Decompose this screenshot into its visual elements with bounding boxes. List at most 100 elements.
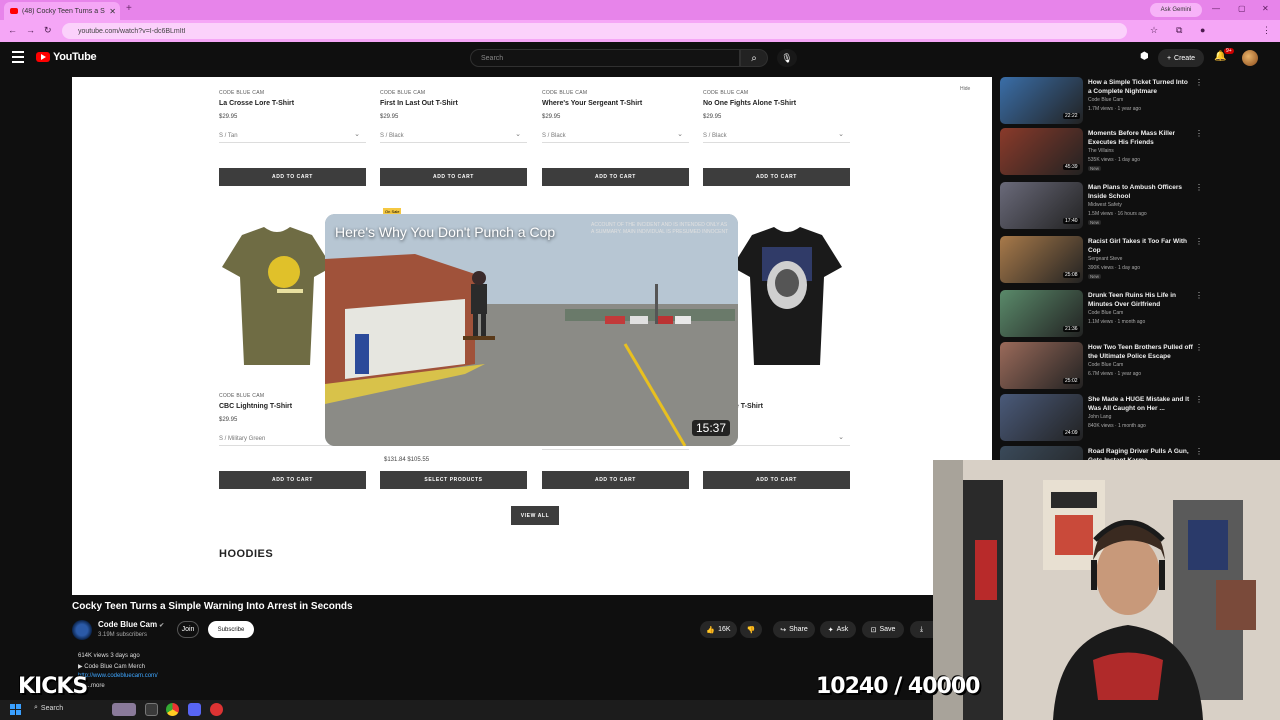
select-products-button[interactable]: SELECT PRODUCTS (380, 471, 527, 489)
video-title[interactable]: Moments Before Mass Killer Executes His … (1088, 129, 1193, 147)
more-options-icon[interactable]: ⋮ (1195, 447, 1200, 456)
channel-name[interactable]: Code Blue Cam (1088, 362, 1123, 368)
browser-menu-icon[interactable]: ⋮ (1262, 25, 1271, 36)
ask-button[interactable]: ✦ Ask (820, 621, 856, 638)
video-thumbnail[interactable] (1000, 446, 1083, 460)
video-title[interactable]: Road Raging Driver Pulls A Gun, Gets Ins… (1088, 447, 1193, 460)
recommended-video[interactable]: 45:39 Moments Before Mass Killer Executes… (1000, 128, 1203, 180)
product-name[interactable]: No One Fights Alone T-Shirt (703, 100, 850, 107)
recommended-video[interactable]: 21:36 Drunk Teen Ruins His Life in Minute… (1000, 290, 1203, 342)
product-name[interactable]: First In Last Out T-Shirt (380, 100, 527, 107)
recommended-video[interactable]: Road Raging Driver Pulls A Gun, Gets Ins… (1000, 446, 1200, 460)
close-window-button[interactable]: ✕ (1262, 4, 1269, 13)
more-options-icon[interactable]: ⋮ (1195, 78, 1203, 87)
recommended-video[interactable]: 25:02 How Two Teen Brothers Pulled off th… (1000, 342, 1203, 394)
bookmark-star-icon[interactable]: ☆ (1150, 25, 1158, 36)
channel-name[interactable]: Code Blue Cam (1088, 97, 1123, 103)
video-title[interactable]: Racist Girl Takes it Too Far With Cop (1088, 237, 1193, 255)
add-to-cart-button[interactable]: ADD TO CART (542, 471, 689, 489)
video-duration: 22:22 (1063, 113, 1080, 119)
app-icon[interactable] (210, 703, 223, 716)
more-options-icon[interactable]: ⋮ (1195, 343, 1203, 352)
variant-select[interactable]: S / Black (542, 130, 689, 143)
new-tab-button[interactable]: + (126, 3, 132, 14)
more-options-icon[interactable]: ⋮ (1195, 395, 1203, 404)
user-avatar[interactable] (1242, 50, 1258, 66)
video-title[interactable]: Man Plans to Ambush Officers Inside Scho… (1088, 183, 1193, 201)
forward-icon[interactable]: → (26, 25, 35, 35)
task-view-icon[interactable] (145, 703, 158, 716)
video-title[interactable]: How Two Teen Brothers Pulled off the Ult… (1088, 343, 1193, 361)
variant-select[interactable]: S / Black (380, 130, 527, 143)
recommended-video[interactable]: 24:09 She Made a HUGE Mistake and It Was … (1000, 394, 1203, 446)
more-options-icon[interactable]: ⋮ (1195, 183, 1203, 192)
video-title[interactable]: How a Simple Ticket Turned Into a Comple… (1088, 78, 1193, 96)
reload-icon[interactable]: ↻ (44, 25, 52, 36)
recommended-video[interactable]: 22:22 How a Simple Ticket Turned Into a C… (1000, 77, 1203, 129)
recommended-video[interactable]: 25:08 Racist Girl Takes it Too Far With C… (1000, 236, 1203, 288)
dislike-button[interactable]: 👎 (740, 621, 762, 638)
cast-icon[interactable]: ⬢ (1140, 51, 1149, 62)
close-tab-icon[interactable]: ✕ (109, 7, 120, 16)
product-brand: CODE BLUE CAM (380, 90, 426, 96)
video-preview-card[interactable]: Here's Why You Don't Punch a Cop ACCOUNT… (325, 214, 738, 446)
product-brand: CODE BLUE CAM (219, 90, 265, 96)
tab-title: (48) Cocky Teen Turns a S (22, 7, 105, 15)
add-to-cart-button[interactable]: ADD TO CART (219, 168, 366, 186)
hamburger-menu-icon[interactable] (12, 51, 24, 63)
taskbar-search[interactable]: ⌕ Search (34, 704, 63, 712)
like-button[interactable]: 👍 16K (700, 621, 737, 638)
olive-shirt-image[interactable] (222, 227, 332, 367)
save-button[interactable]: ⊡ Save (862, 621, 904, 638)
variant-select[interactable]: S / Tan (219, 130, 366, 143)
add-to-cart-button[interactable]: ADD TO CART (703, 471, 850, 489)
microphone-icon[interactable]: 🎙 (777, 49, 797, 67)
hide-link[interactable]: Hide (960, 86, 970, 92)
subscribe-button[interactable]: Subscribe (208, 621, 254, 638)
add-to-cart-button[interactable]: ADD TO CART (380, 168, 527, 186)
browser-tab[interactable]: (48) Cocky Teen Turns a S ✕ (4, 2, 120, 20)
search-icon[interactable]: ⌕ (740, 49, 768, 67)
discord-icon[interactable] (188, 703, 201, 716)
share-button[interactable]: ↪ Share (773, 621, 815, 638)
add-to-cart-button[interactable]: ADD TO CART (542, 168, 689, 186)
search-input[interactable]: Search (470, 49, 740, 67)
back-icon[interactable]: ← (8, 25, 17, 35)
chrome-icon[interactable] (166, 703, 179, 716)
channel-avatar[interactable] (72, 620, 92, 640)
product-card: CODE BLUE CAM No One Fights Alone T-Shir… (703, 90, 850, 143)
view-all-button[interactable]: VIEW ALL (511, 506, 559, 525)
variant-select[interactable]: S / Black (703, 130, 850, 143)
add-to-cart-button[interactable]: ADD TO CART (219, 471, 366, 489)
join-button[interactable]: Join (177, 621, 199, 638)
description-link[interactable]: http://www.codebluecam.com/ (78, 673, 158, 679)
more-options-icon[interactable]: ⋮ (1195, 237, 1203, 246)
ask-gemini-button[interactable]: Ask Gemini (1150, 3, 1202, 17)
channel-name[interactable]: John Lang (1088, 414, 1111, 420)
taskbar-widget-icon[interactable] (112, 703, 136, 716)
windows-start-icon[interactable] (10, 704, 22, 716)
more-options-icon[interactable]: ⋮ (1195, 291, 1203, 300)
black-eagle-shirt-image[interactable] (732, 227, 842, 367)
more-options-icon[interactable]: ⋮ (1195, 129, 1203, 138)
create-button[interactable]: + Create (1158, 49, 1204, 67)
profile-icon[interactable]: ● (1200, 25, 1205, 35)
channel-name[interactable]: Code Blue Cam (1088, 310, 1123, 316)
channel-name[interactable]: Midwest Safety (1088, 202, 1122, 208)
maximize-button[interactable]: ▢ (1238, 4, 1246, 13)
channel-name[interactable]: Sergeant Steve (1088, 256, 1122, 262)
download-button[interactable]: ⤓ (910, 621, 933, 638)
minimize-button[interactable]: — (1212, 4, 1220, 13)
recommended-video[interactable]: 17:40 Man Plans to Ambush Officers Inside… (1000, 182, 1203, 234)
video-title[interactable]: She Made a HUGE Mistake and It Was All C… (1088, 395, 1193, 413)
description-more[interactable]: ...more (86, 683, 105, 689)
channel-name[interactable]: Code Blue Cam ✔ (98, 620, 164, 629)
product-name[interactable]: La Crosse Lore T-Shirt (219, 100, 366, 107)
video-title[interactable]: Drunk Teen Ruins His Life in Minutes Ove… (1088, 291, 1193, 309)
extensions-icon[interactable]: ⧉ (1176, 25, 1182, 36)
channel-name[interactable]: The Villains (1088, 148, 1114, 154)
url-input[interactable]: youtube.com/watch?v=I-dc6BLmItI (62, 23, 1127, 39)
youtube-logo[interactable]: YouTube (36, 51, 97, 63)
product-name[interactable]: Where's Your Sergeant T-Shirt (542, 100, 689, 107)
add-to-cart-button[interactable]: ADD TO CART (703, 168, 850, 186)
